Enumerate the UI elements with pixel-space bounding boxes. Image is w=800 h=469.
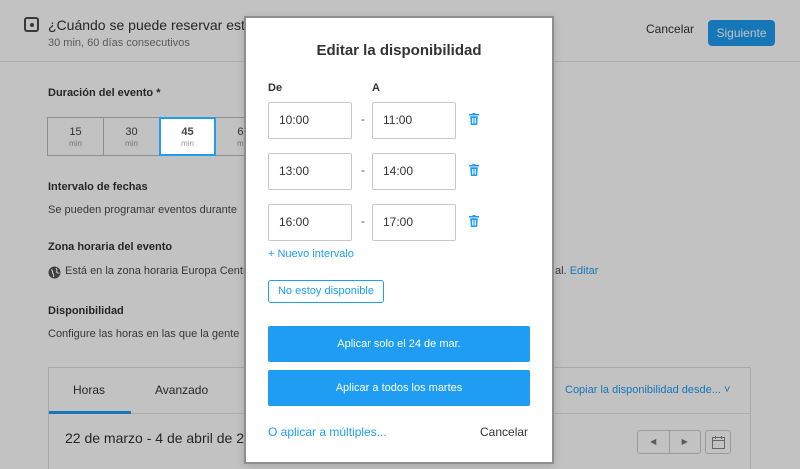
duration-option-45[interactable]: 45 min <box>159 117 216 156</box>
apply-all-tuesdays-button[interactable]: Aplicar a todos los martes <box>268 370 530 406</box>
duration-unit: min <box>181 139 194 148</box>
interval-from-input[interactable]: 13:00 <box>268 153 352 190</box>
interval-dash: - <box>361 112 365 126</box>
apply-multiple-link[interactable]: O aplicar a múltiples... <box>268 425 387 439</box>
interval-to-input[interactable]: 11:00 <box>372 102 456 139</box>
apply-day-button[interactable]: Aplicar solo el 24 de mar. <box>268 326 530 362</box>
interval-from-input[interactable]: 16:00 <box>268 204 352 241</box>
interval-dash: - <box>361 214 365 228</box>
interval-from-input[interactable]: 10:00 <box>268 102 352 139</box>
modal-title: Editar la disponibilidad <box>316 42 482 59</box>
add-interval-link[interactable]: + Nuevo intervalo <box>268 248 354 260</box>
interval-to-input[interactable]: 17:00 <box>372 204 456 241</box>
modal-cancel-button[interactable]: Cancelar <box>480 425 528 439</box>
trash-icon[interactable] <box>469 113 479 125</box>
duration-value: 45 <box>181 126 194 138</box>
trash-icon[interactable] <box>469 164 479 176</box>
edit-availability-modal: Editar la disponibilidad De A 10:00 - 11… <box>244 16 554 464</box>
to-label: A <box>372 82 380 94</box>
from-label: De <box>268 82 283 94</box>
interval-to-input[interactable]: 14:00 <box>372 153 456 190</box>
unavailable-button[interactable]: No estoy disponible <box>268 280 384 303</box>
interval-dash: - <box>361 163 365 177</box>
trash-icon[interactable] <box>469 215 479 227</box>
